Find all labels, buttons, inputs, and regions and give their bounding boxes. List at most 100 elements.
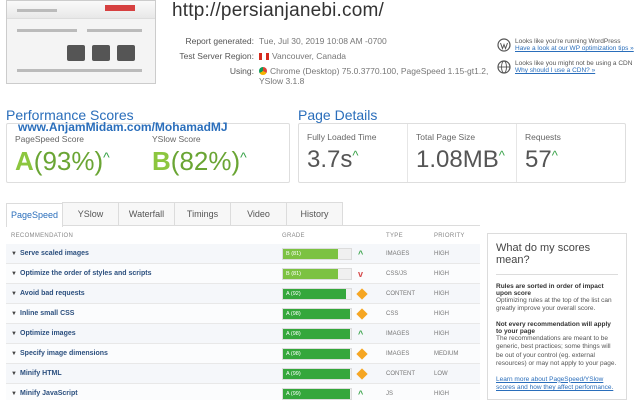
recommendation-name[interactable]: Serve scaled images <box>20 250 89 257</box>
recommendation-type: IMAGES <box>386 251 410 257</box>
grade-bar-fill: A (99) <box>283 369 351 379</box>
wordpress-icon <box>497 38 511 52</box>
grade-bar-fill: B (81) <box>283 269 339 279</box>
grade-bar-fill: A (99) <box>283 389 351 399</box>
no-change-diamond-icon <box>356 368 368 380</box>
table-row[interactable]: ▼ Specify image dimensions A (98) IMAGES MED… <box>6 344 480 364</box>
requests: Requests 57^ <box>517 124 625 182</box>
header-grade: GRADE <box>282 233 305 239</box>
recommendation-type: CSS <box>386 311 399 317</box>
page-details-title: Page Details <box>298 107 378 123</box>
expand-arrow-icon[interactable]: ▼ <box>11 291 17 297</box>
recommendation-type: CONTENT <box>386 371 415 377</box>
canada-flag-icon <box>259 53 269 60</box>
yslow-percent: (82%) <box>170 146 241 176</box>
expand-arrow-icon[interactable]: ▼ <box>11 331 17 337</box>
recommendation-priority: MEDIUM <box>434 351 459 357</box>
tip-cdn: Looks like you might not be using a CDN W… <box>497 60 637 74</box>
trend-up-icon: ^ <box>103 149 110 165</box>
tab-timings[interactable]: Timings <box>174 202 231 225</box>
report-generated-label: Report generated: <box>185 36 254 46</box>
report-tabs: PageSpeed YSlow Waterfall Timings Video … <box>6 202 480 227</box>
tip-wordpress: Looks like you're running WordPress Have … <box>497 38 637 52</box>
tab-history[interactable]: History <box>286 202 343 225</box>
trend-up-icon: ^ <box>358 249 364 259</box>
table-row[interactable]: ▼ Inline small CSS A (98) CSS HIGH <box>6 304 480 324</box>
expand-arrow-icon[interactable]: ▼ <box>11 371 17 377</box>
expand-arrow-icon[interactable]: ▼ <box>11 391 17 397</box>
page-url[interactable]: http://persianjanebi.com/ <box>172 0 384 22</box>
table-row[interactable]: ▼ Serve scaled images B (81) ^ IMAGES HIGH <box>6 244 480 264</box>
expand-arrow-icon[interactable]: ▼ <box>11 351 17 357</box>
page-size-value: 1.08MB <box>416 146 499 173</box>
page-size-label: Total Page Size <box>416 132 476 142</box>
expand-arrow-icon[interactable]: ▼ <box>11 271 17 277</box>
report-generated-value: Tue, Jul 30, 2019 10:08 AM -0700 <box>259 36 387 46</box>
recommendation-priority: LOW <box>434 371 448 377</box>
info-text-1: Optimizing rules at the top of the list … <box>496 297 612 313</box>
header-priority: PRIORITY <box>434 233 465 239</box>
no-change-diamond-icon <box>356 288 368 300</box>
recommendation-type: CSS/JS <box>386 271 408 277</box>
recommendation-priority: HIGH <box>434 291 449 297</box>
recommendation-name[interactable]: Minify JavaScript <box>20 390 78 397</box>
total-page-size: Total Page Size 1.08MB^ <box>408 124 517 182</box>
grade-bar-fill: A (98) <box>283 329 350 339</box>
using-value-line1: Chrome (Desktop) 75.0.3770.100, PageSpee… <box>270 66 489 76</box>
info-heading-2: Not every recommendation will apply to y… <box>496 321 611 336</box>
tab-yslow[interactable]: YSlow <box>62 202 119 225</box>
recommendation-priority: HIGH <box>434 271 449 277</box>
using-value-line2: YSlow 3.1.8 <box>259 76 305 86</box>
recommendation-priority: HIGH <box>434 331 449 337</box>
using-label: Using: <box>229 66 254 76</box>
pagespeed-score-label: PageSpeed Score <box>15 134 84 144</box>
table-row[interactable]: ▼ Optimize the order of styles and script… <box>6 264 480 284</box>
table-row[interactable]: ▼ Minify JavaScript A (99) ^ JS HIGH <box>6 384 480 400</box>
grade-bar: A (98) <box>282 328 352 340</box>
recommendation-name[interactable]: Specify image dimensions <box>20 350 108 357</box>
expand-arrow-icon[interactable]: ▼ <box>11 251 17 257</box>
header-recommendation: RECOMMENDATION <box>11 233 74 239</box>
recommendation-type: IMAGES <box>386 331 410 337</box>
cdn-info-link[interactable]: Why should I use a CDN? » <box>515 67 632 74</box>
yslow-score: YSlow Score B(82%)^ <box>152 134 247 177</box>
fully-loaded-time: Fully Loaded Time 3.7s^ <box>299 124 408 182</box>
requests-value: 57 <box>525 146 552 173</box>
recommendations-table: ▼ Serve scaled images B (81) ^ IMAGES HIGH ▼ Op… <box>6 244 480 400</box>
table-row[interactable]: ▼ Avoid bad requests A (92) CONTENT HIGH <box>6 284 480 304</box>
table-row[interactable]: ▼ Minify HTML A (99) CONTENT LOW <box>6 364 480 384</box>
grade-bar-fill: A (92) <box>283 289 346 299</box>
trend-up-icon: ^ <box>240 149 247 165</box>
tab-pagespeed[interactable]: PageSpeed <box>6 203 63 227</box>
recommendation-name[interactable]: Minify HTML <box>20 370 62 377</box>
tab-waterfall[interactable]: Waterfall <box>118 202 175 225</box>
recommendation-type: JS <box>386 391 394 397</box>
server-region-value: Vancouver, Canada <box>272 51 347 61</box>
pagespeed-percent: (93%) <box>33 146 104 176</box>
grade-bar: A (98) <box>282 308 352 320</box>
recommendation-name[interactable]: Optimize the order of styles and scripts <box>20 270 151 277</box>
cdn-globe-icon <box>497 60 511 74</box>
expand-arrow-icon[interactable]: ▼ <box>11 311 17 317</box>
grade-bar: A (99) <box>282 388 352 400</box>
pagespeed-grade: A <box>15 146 34 176</box>
recommendation-priority: HIGH <box>434 311 449 317</box>
trend-up-icon: ^ <box>551 148 558 163</box>
site-screenshot-thumbnail <box>6 0 156 84</box>
pagespeed-score: PageSpeed Score A(93%)^ <box>15 134 110 177</box>
recommendation-name[interactable]: Inline small CSS <box>20 310 74 317</box>
recommendation-name[interactable]: Avoid bad requests <box>20 290 85 297</box>
trend-up-icon: ^ <box>498 148 505 163</box>
grade-bar: A (99) <box>282 368 352 380</box>
fully-loaded-label: Fully Loaded Time <box>307 132 377 142</box>
info-text-2: The recommendations are meant to be gene… <box>496 335 617 367</box>
recommendation-name[interactable]: Optimize images <box>20 330 76 337</box>
grade-bar: A (98) <box>282 348 352 360</box>
tab-video[interactable]: Video <box>230 202 287 225</box>
no-change-diamond-icon <box>356 308 368 320</box>
table-row[interactable]: ▼ Optimize images A (98) ^ IMAGES HIGH <box>6 324 480 344</box>
recommendation-type: IMAGES <box>386 351 410 357</box>
header-type: TYPE <box>386 233 403 239</box>
wp-optimization-link[interactable]: Have a look at our WP optimization tips … <box>515 45 634 52</box>
learn-more-link[interactable]: Learn more about PageSpeed/YSlow scores … <box>496 376 618 392</box>
